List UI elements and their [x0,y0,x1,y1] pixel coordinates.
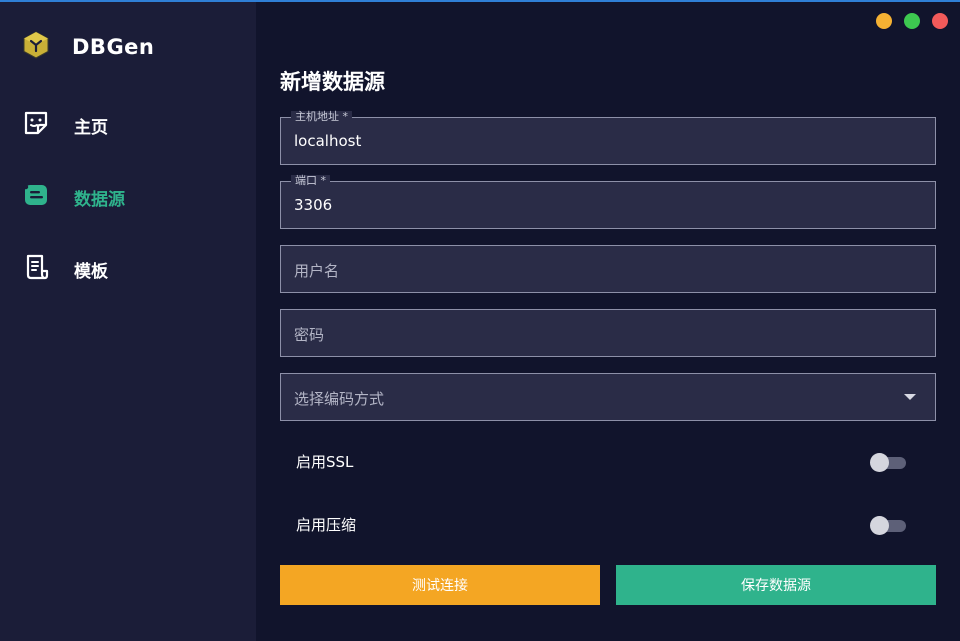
test-connection-label: 测试连接 [412,578,468,594]
ssl-toggle[interactable] [870,452,908,472]
compression-toggle[interactable] [870,515,908,535]
password-placeholder: 密码 [294,326,325,344]
ssl-row: 启用SSL [280,438,936,486]
ssl-label: 启用SSL [296,453,354,471]
port-field[interactable]: 端口 * 3306 [280,175,936,229]
ssl-toggle-knob [870,453,889,472]
compression-row: 启用压缩 [280,501,936,549]
maximize-button[interactable] [904,13,920,29]
port-field-label: 端口 * [291,175,330,187]
test-connection-button[interactable]: 测试连接 [280,565,600,605]
compression-toggle-knob [870,516,889,535]
data-card-icon [22,181,50,213]
sidebar-item-label: 主页 [74,117,108,138]
save-datasource-label: 保存数据源 [741,578,811,594]
brand: DBGen [22,30,154,64]
cube-logo-icon [22,30,50,64]
compression-label: 启用压缩 [296,516,357,534]
sidebar-item-label: 数据源 [74,189,125,210]
save-datasource-button[interactable]: 保存数据源 [616,565,936,605]
close-button[interactable] [932,13,948,29]
sidebar: DBGen 主页 数据源 模板 [0,2,256,641]
port-field-value: 3306 [294,196,333,214]
host-field[interactable]: 主机地址 * localhost [280,111,936,165]
username-field[interactable]: 用户名 [280,245,936,293]
encoding-select[interactable]: 选择编码方式 [280,373,936,421]
encoding-placeholder: 选择编码方式 [294,390,385,408]
sidebar-item-home[interactable]: 主页 [22,109,108,141]
sidebar-item-label: 模板 [74,261,108,282]
document-template-icon [22,253,50,285]
host-field-label: 主机地址 * [291,111,352,123]
sidebar-item-template[interactable]: 模板 [22,253,108,285]
minimize-button[interactable] [876,13,892,29]
sidebar-item-datasource[interactable]: 数据源 [22,181,125,213]
chevron-down-icon [904,394,916,400]
window-controls [876,13,948,29]
password-field[interactable]: 密码 [280,309,936,357]
app-name: DBGen [72,35,155,59]
host-field-value: localhost [294,132,362,150]
page-title: 新增数据源 [280,70,385,94]
sticker-smile-icon [22,109,50,141]
username-placeholder: 用户名 [294,262,340,280]
